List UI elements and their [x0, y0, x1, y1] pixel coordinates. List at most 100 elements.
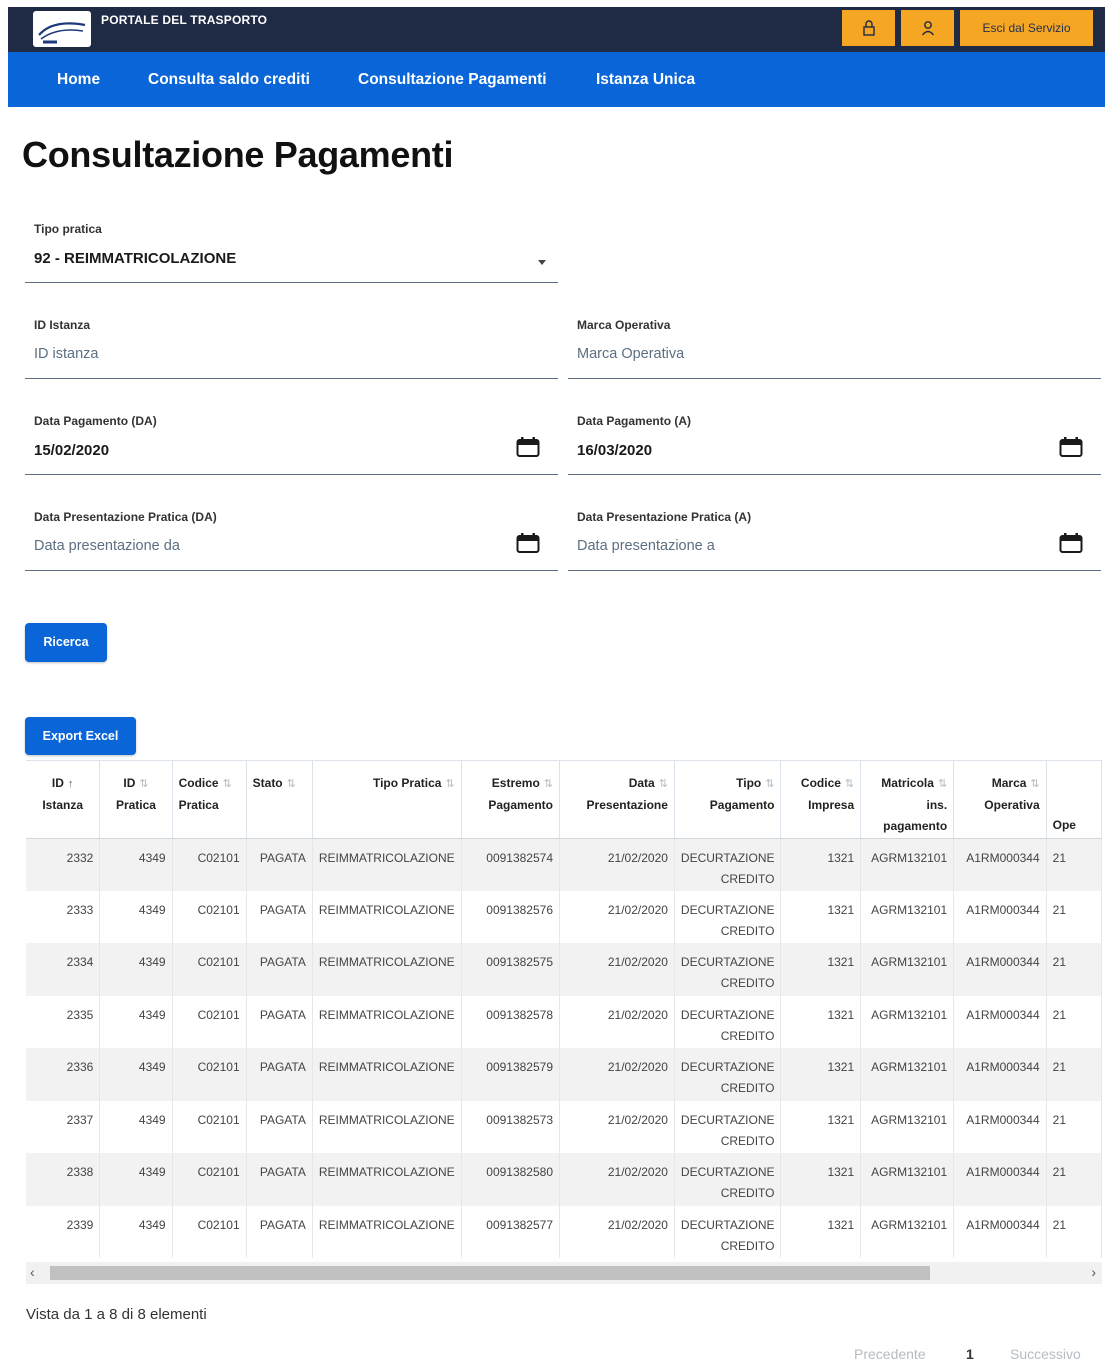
table-row[interactable]: 2336 4349 C02101 PAGATA REIMMATRICOLAZIONE 00…	[26, 1048, 1102, 1101]
nav-consultazione-pagamenti[interactable]: Consultazione Pagamenti	[358, 71, 547, 89]
col-header-matricola-ins-pagamento[interactable]: Matricola ⇅ ins. pagamento	[860, 761, 955, 839]
sort-icon: ⇅	[658, 778, 668, 790]
cell-id-pratica: 4349	[99, 838, 173, 891]
pagination-page-1[interactable]: 1	[966, 1346, 974, 1362]
table-row[interactable]: 2337 4349 C02101 PAGATA REIMMATRICOLAZIONE 00…	[26, 1100, 1102, 1153]
chevron-left-icon[interactable]: ‹	[30, 1264, 35, 1280]
cell-tipo-pagamento: DECURTAZIONE CREDITO	[674, 1205, 782, 1258]
data-presentazione-da-field[interactable]: Data Presentazione Pratica (DA) Data pre…	[25, 510, 558, 571]
ricerca-button[interactable]: Ricerca	[25, 623, 107, 662]
table-row[interactable]: 2333 4349 C02101 PAGATA REIMMATRICOLAZIONE 00…	[26, 890, 1102, 943]
id-istanza-field[interactable]: ID Istanza ID istanza	[25, 318, 558, 379]
calendar-icon[interactable]	[1059, 436, 1083, 458]
cell-codice-pratica: C02101	[172, 1205, 247, 1258]
col-header-id-pratica[interactable]: ID ⇅ Pratica	[99, 761, 173, 839]
user-button[interactable]	[901, 10, 954, 46]
page-title: Consultazione Pagamenti	[22, 134, 454, 175]
cell-id-istanza: 2336	[26, 1048, 101, 1101]
cell-codice-impresa: 1321	[780, 943, 862, 996]
cell-stato: PAGATA	[246, 838, 313, 891]
cell-operatore: 21	[1046, 1153, 1102, 1206]
table-row[interactable]: 2332 4349 C02101 PAGATA REIMMATRICOLAZIONE 00…	[26, 838, 1102, 891]
table-row[interactable]: 2339 4349 C02101 PAGATA REIMMATRICOLAZIONE 00…	[26, 1205, 1102, 1258]
table-row[interactable]: 2338 4349 C02101 PAGATA REIMMATRICOLAZIONE 00…	[26, 1153, 1102, 1206]
cell-codice-pratica: C02101	[172, 1048, 247, 1101]
logout-button[interactable]: Esci dal Servizio	[960, 10, 1093, 46]
calendar-icon[interactable]	[516, 532, 540, 554]
col-header-codice-pratica[interactable]: Codice ⇅ Pratica	[172, 761, 247, 839]
col-header-stato[interactable]: Stato ⇅	[246, 761, 313, 839]
id-istanza-placeholder: ID istanza	[34, 346, 99, 362]
cell-tipo-pagamento: DECURTAZIONE CREDITO	[674, 1100, 782, 1153]
table-horizontal-scrollbar[interactable]: ‹ ›	[26, 1262, 1102, 1284]
col-header-estremo-pagamento[interactable]: Estremo ⇅ Pagamento	[461, 761, 561, 839]
cell-id-pratica: 4349	[99, 1205, 173, 1258]
cell-matricola: AGRM132101	[860, 890, 955, 943]
cell-marca-operativa: A1RM000344	[953, 1153, 1047, 1206]
col-header-data-presentazione[interactable]: Data ⇅ Presentazione	[559, 761, 675, 839]
tipo-pratica-label: Tipo pratica	[34, 222, 102, 236]
sort-icon: ⇅	[222, 778, 232, 790]
cell-estremo-pagamento: 0091382580	[461, 1153, 561, 1206]
col-header-operatore[interactable]: Ope	[1046, 761, 1102, 839]
cell-codice-pratica: C02101	[172, 1153, 247, 1206]
cell-codice-pratica: C02101	[172, 890, 247, 943]
data-pagamento-a-value: 16/03/2020	[577, 442, 653, 459]
cell-operatore: 21	[1046, 838, 1102, 891]
col-header-marca-operativa[interactable]: Marca ⇅ Operativa	[953, 761, 1047, 839]
data-presentazione-a-field[interactable]: Data Presentazione Pratica (A) Data pres…	[568, 510, 1101, 571]
cell-tipo-pagamento: DECURTAZIONE CREDITO	[674, 890, 782, 943]
col-header-tipo-pagamento[interactable]: Tipo ⇅ Pagamento	[674, 761, 782, 839]
nav-consulta-saldo-crediti[interactable]: Consulta saldo crediti	[148, 71, 310, 89]
payments-table-container[interactable]: ID ↑ Istanza ID ⇅ Pratica Codice ⇅ Pratica Sta…	[26, 760, 1102, 1260]
cell-tipo-pagamento: DECURTAZIONE CREDITO	[674, 838, 782, 891]
data-pagamento-da-label: Data Pagamento (DA)	[34, 414, 157, 428]
lock-button[interactable]	[842, 10, 895, 46]
cell-codice-impresa: 1321	[780, 890, 862, 943]
lock-icon	[863, 20, 875, 36]
payments-table: ID ↑ Istanza ID ⇅ Pratica Codice ⇅ Pratica Sta…	[26, 761, 1102, 1258]
top-header: PORTALE DEL TRASPORTO Esci dal Servizio	[8, 7, 1105, 52]
sort-icon: ⇅	[937, 778, 948, 790]
mit-logo[interactable]	[33, 11, 91, 47]
sort-icon: ⇅	[1030, 778, 1040, 790]
cell-id-istanza: 2335	[26, 995, 101, 1048]
data-presentazione-a-label: Data Presentazione Pratica (A)	[577, 510, 752, 524]
data-pagamento-a-field[interactable]: Data Pagamento (A) 16/03/2020	[568, 414, 1101, 475]
cell-marca-operativa: A1RM000344	[953, 1100, 1047, 1153]
cell-codice-pratica: C02101	[172, 943, 247, 996]
cell-stato: PAGATA	[246, 890, 313, 943]
scrollbar-thumb[interactable]	[50, 1266, 930, 1280]
marca-operativa-placeholder: Marca Operativa	[577, 346, 685, 362]
cell-tipo-pratica: REIMMATRICOLAZIONE	[312, 1100, 462, 1153]
cell-tipo-pratica: REIMMATRICOLAZIONE	[312, 1153, 462, 1206]
cell-tipo-pratica: REIMMATRICOLAZIONE	[312, 838, 462, 891]
cell-operatore: 21	[1046, 943, 1102, 996]
cell-estremo-pagamento: 0091382575	[461, 943, 561, 996]
cell-marca-operativa: A1RM000344	[953, 890, 1047, 943]
tipo-pratica-value: 92 - REIMMATRICOLAZIONE	[34, 250, 237, 267]
cell-stato: PAGATA	[246, 995, 313, 1048]
calendar-icon[interactable]	[516, 436, 540, 458]
cell-codice-pratica: C02101	[172, 838, 247, 891]
col-header-id-istanza[interactable]: ID ↑ Istanza	[26, 761, 101, 839]
pagination-next[interactable]: Successivo	[1010, 1346, 1081, 1362]
pagination-previous[interactable]: Precedente	[854, 1346, 926, 1362]
cell-tipo-pagamento: DECURTAZIONE CREDITO	[674, 1048, 782, 1101]
table-row[interactable]: 2335 4349 C02101 PAGATA REIMMATRICOLAZIONE 00…	[26, 995, 1102, 1048]
col-header-tipo-pratica[interactable]: Tipo Pratica ⇅	[312, 761, 462, 839]
chevron-right-icon[interactable]: ›	[1091, 1264, 1096, 1280]
calendar-icon[interactable]	[1059, 532, 1083, 554]
cell-tipo-pratica: REIMMATRICOLAZIONE	[312, 1205, 462, 1258]
table-row[interactable]: 2334 4349 C02101 PAGATA REIMMATRICOLAZIONE 00…	[26, 943, 1102, 996]
nav-home[interactable]: Home	[57, 71, 100, 89]
nav-istanza-unica[interactable]: Istanza Unica	[596, 71, 695, 89]
export-excel-button[interactable]: Export Excel	[25, 717, 136, 755]
cell-marca-operativa: A1RM000344	[953, 1048, 1047, 1101]
data-pagamento-da-field[interactable]: Data Pagamento (DA) 15/02/2020	[25, 414, 558, 475]
tipo-pratica-select[interactable]: Tipo pratica 92 - REIMMATRICOLAZIONE	[25, 222, 558, 283]
marca-operativa-field[interactable]: Marca Operativa Marca Operativa	[568, 318, 1101, 379]
col-header-codice-impresa[interactable]: Codice ⇅ Impresa	[780, 761, 862, 839]
cell-stato: PAGATA	[246, 943, 313, 996]
cell-data-presentazione: 21/02/2020	[559, 838, 675, 891]
